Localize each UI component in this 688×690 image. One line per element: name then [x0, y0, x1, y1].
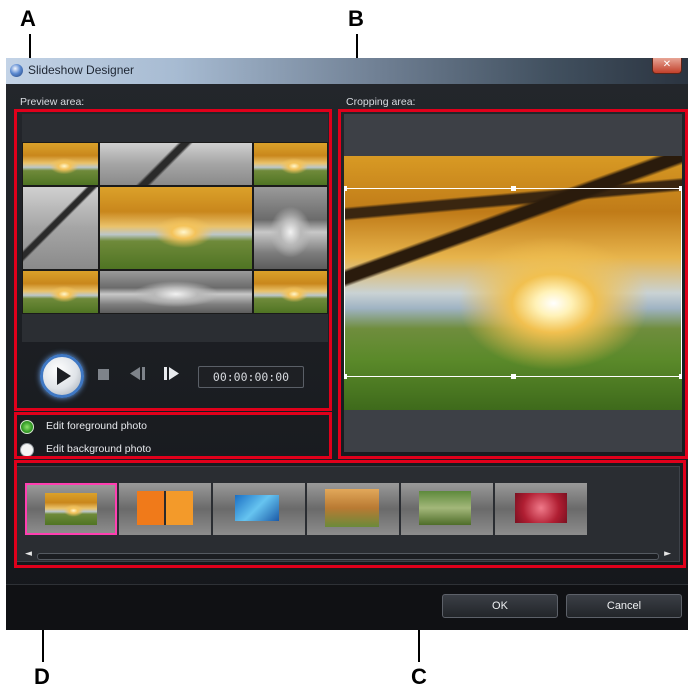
window-title: Slideshow Designer [28, 63, 135, 77]
cropping-area-label: Cropping area: [346, 96, 416, 108]
callout-b: B [348, 6, 364, 31]
app-icon [10, 64, 23, 77]
callout-a: A [20, 6, 36, 31]
cancel-button[interactable]: Cancel [566, 594, 682, 618]
highlight-frame-b [338, 109, 688, 459]
ok-button[interactable]: OK [442, 594, 558, 618]
close-button[interactable]: ✕ [652, 58, 682, 74]
callout-c: C [411, 664, 427, 689]
highlight-frame-d [14, 412, 332, 459]
highlight-frame-c [14, 460, 686, 568]
preview-area-label: Preview area: [20, 96, 85, 108]
title-bar: Slideshow Designer ✕ [6, 58, 688, 84]
highlight-frame-a [14, 109, 332, 411]
callout-d: D [34, 664, 50, 689]
